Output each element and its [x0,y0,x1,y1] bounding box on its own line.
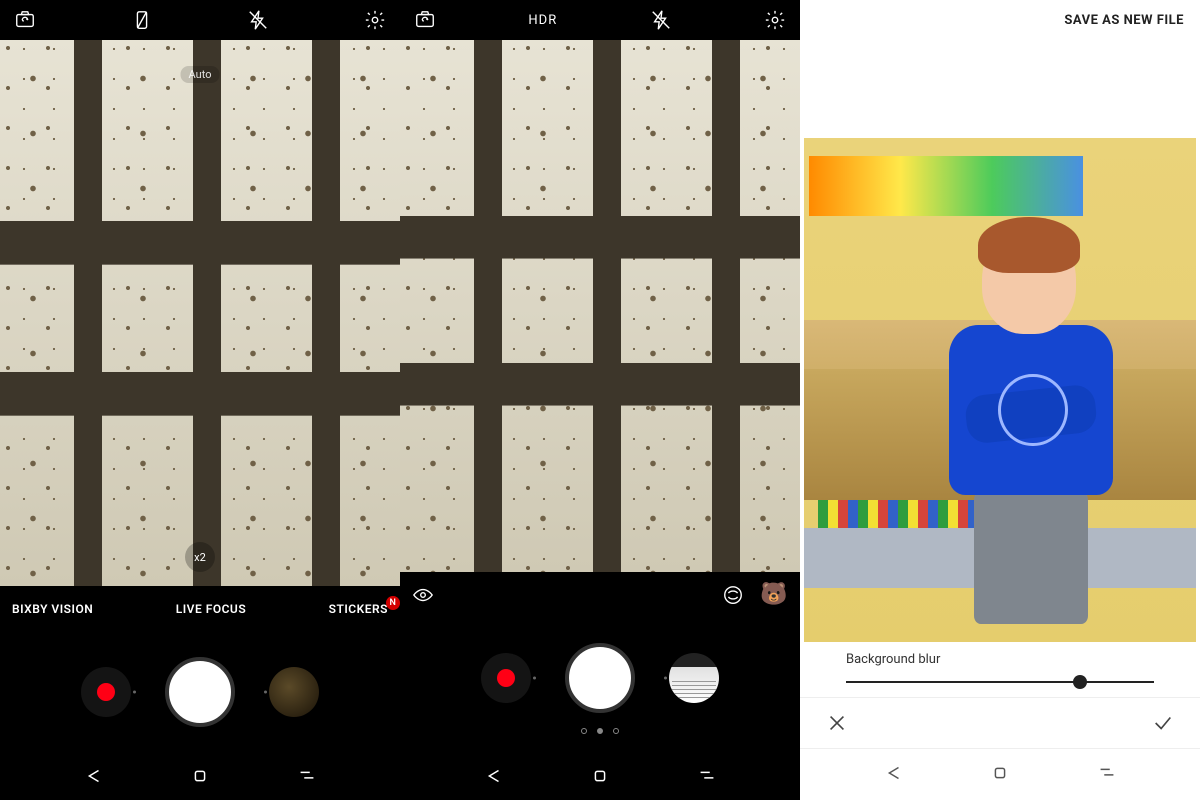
mode-bixby-vision[interactable]: BIXBY VISION [12,602,93,616]
recents-icon[interactable] [296,765,318,787]
camera-mode-row: BIXBY VISION LIVE FOCUS STICKERS N [0,586,400,632]
background-blur-control: Background blur [800,642,1200,697]
viewfinder-preview [400,40,800,572]
new-badge: N [386,596,400,610]
editor-header: SAVE AS NEW FILE [800,0,1200,40]
eye-icon[interactable] [412,584,434,606]
gallery-thumbnail[interactable] [669,653,719,703]
camera-top-bar: HDR [400,0,800,40]
settings-icon[interactable] [364,9,386,31]
shutter-button[interactable] [565,643,635,713]
editor-image-preview[interactable] [804,138,1196,642]
scene-mode-label: Auto [181,66,220,83]
screen-flash-icon[interactable] [131,9,153,31]
subject-figure [937,229,1141,632]
settings-icon[interactable] [764,9,786,31]
system-nav-bar [0,752,400,800]
switch-camera-icon[interactable] [414,9,436,31]
close-icon[interactable] [826,712,848,734]
switch-camera-icon[interactable] [14,9,36,31]
shutter-button[interactable] [165,657,235,727]
hdr-toggle[interactable]: HDR [528,13,557,28]
shutter-row [0,632,400,752]
check-icon[interactable] [1152,712,1174,734]
system-nav-bar [400,752,800,800]
camera-viewfinder[interactable]: Auto x2 [0,40,400,586]
recents-icon[interactable] [696,765,718,787]
mode-stickers[interactable]: STICKERS N [329,602,388,616]
system-nav-bar [800,749,1200,797]
slider-handle[interactable] [1073,675,1087,689]
save-as-new-file-button[interactable]: SAVE AS NEW FILE [1064,13,1184,28]
home-icon[interactable] [589,765,611,787]
background-blur-slider[interactable] [846,673,1154,691]
record-video-button[interactable] [81,667,131,717]
photo-editor-panel: SAVE AS NEW FILE Background blur [800,0,1200,800]
filter-swirl-icon[interactable] [722,584,744,606]
zoom-toggle[interactable]: x2 [185,542,215,572]
back-icon[interactable] [482,765,504,787]
editor-spacer [800,40,1200,138]
selfie-tools-row: 🐻 [400,572,800,618]
viewfinder-preview [0,40,400,586]
recents-icon[interactable] [1096,762,1118,784]
shutter-row [400,618,800,738]
flash-off-icon[interactable] [247,9,269,31]
flash-off-icon[interactable] [650,9,672,31]
back-icon[interactable] [82,765,104,787]
camera-app-panel-1: Auto x2 BIXBY VISION LIVE FOCUS STICKERS… [0,0,400,800]
background-blur-label: Background blur [846,652,1154,667]
mode-stickers-label: STICKERS [329,602,388,616]
home-icon[interactable] [989,762,1011,784]
editor-action-bar [800,697,1200,749]
camera-viewfinder[interactable] [400,40,800,572]
ar-mask-icon[interactable]: 🐻 [760,584,788,606]
camera-app-panel-2: HDR 🐻 [400,0,800,800]
back-icon[interactable] [882,762,904,784]
gallery-thumbnail[interactable] [269,667,319,717]
mode-live-focus[interactable]: LIVE FOCUS [176,602,246,616]
camera-top-bar [0,0,400,40]
home-icon[interactable] [189,765,211,787]
record-video-button[interactable] [481,653,531,703]
